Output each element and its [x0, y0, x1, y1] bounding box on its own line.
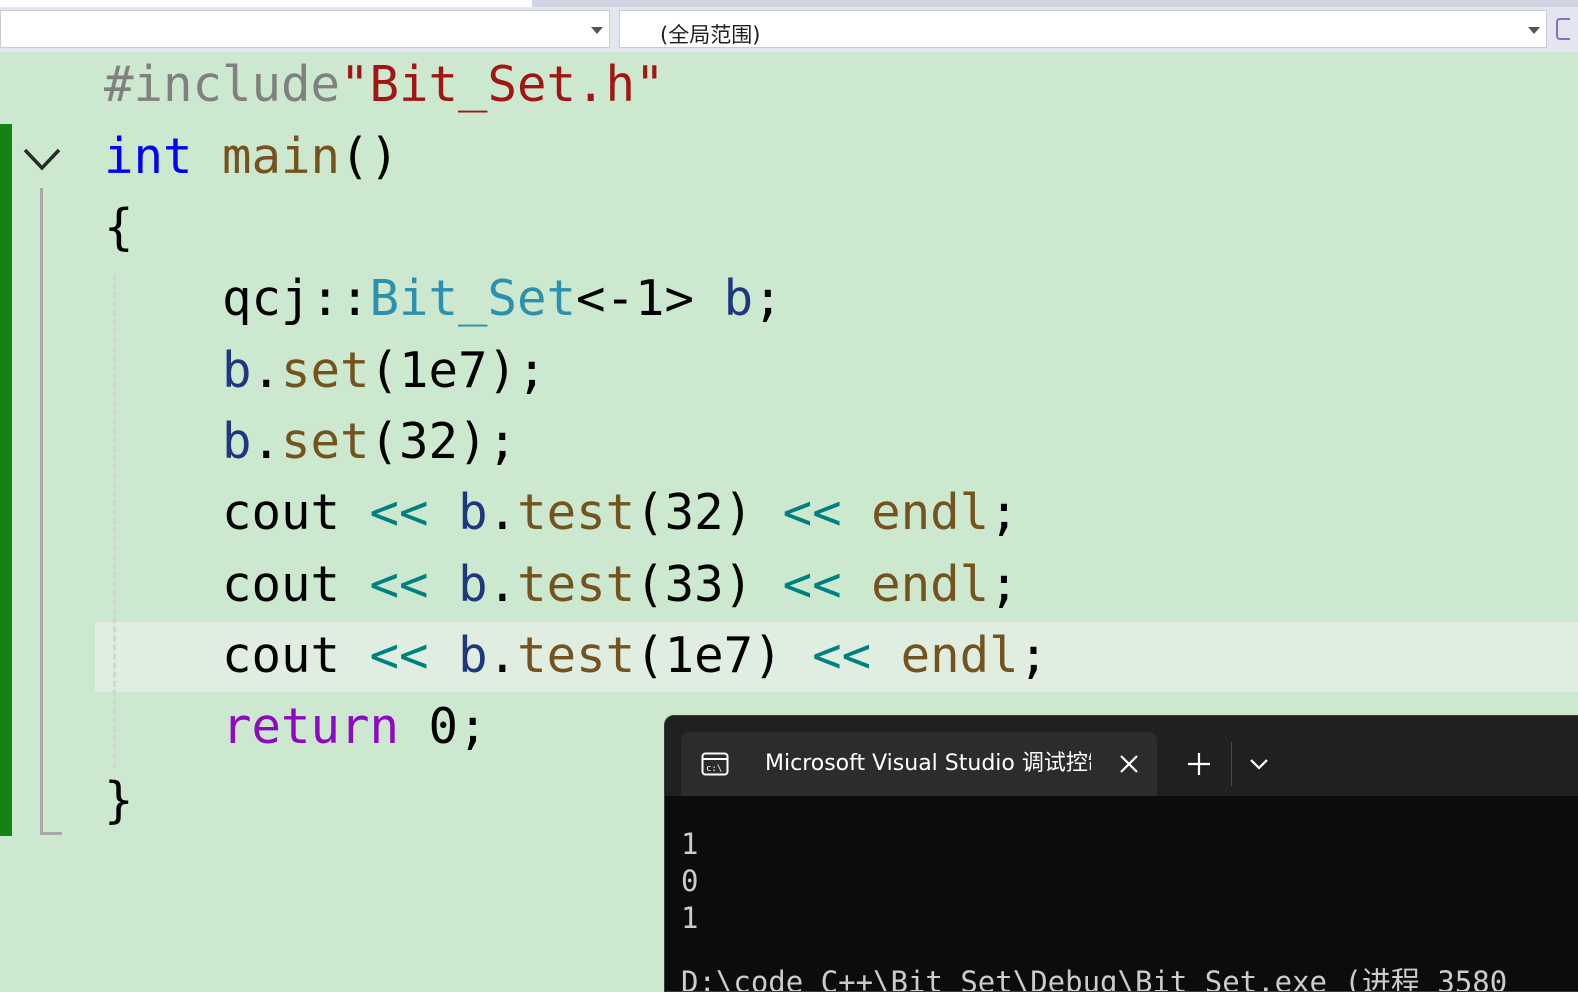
- dot: .: [251, 342, 282, 399]
- variable-b: b: [723, 270, 754, 327]
- template-args: <-1>: [576, 270, 695, 327]
- indent-guide: [113, 274, 116, 768]
- namespace-qualifier: qcj::: [222, 270, 370, 327]
- output-line: 1: [681, 901, 699, 935]
- call-args: (32);: [369, 413, 518, 470]
- main-function: main: [222, 128, 341, 185]
- dropdown-arrow-icon: [591, 27, 603, 34]
- chevron-down-icon[interactable]: [1245, 752, 1273, 776]
- code-line-8[interactable]: cout << b.test(33) << endl;: [222, 550, 1019, 620]
- output-line: 1: [681, 827, 699, 861]
- insert-operator: <<: [782, 556, 842, 613]
- variable-b: b: [458, 556, 488, 613]
- dropdown-arrow-icon: [1528, 27, 1540, 34]
- endl-manipulator: endl: [900, 627, 1019, 684]
- code-line-2[interactable]: int main(): [104, 122, 399, 192]
- output-line: 0: [681, 864, 699, 898]
- int-keyword: int: [104, 128, 193, 185]
- change-tracking-bar: [0, 124, 12, 836]
- new-tab-plus-icon[interactable]: [1185, 750, 1213, 778]
- collapse-toggle-chevron-icon[interactable]: [22, 142, 62, 176]
- endl-manipulator: endl: [871, 484, 990, 541]
- code-line-1[interactable]: #include"Bit_Set.h": [104, 50, 665, 120]
- console-icon: c:\: [701, 752, 729, 776]
- terminal-output[interactable]: 1 0 1 D:\code C++\Bit Set\Debug\Bit Set.…: [665, 796, 1578, 991]
- test-method: test: [517, 484, 636, 541]
- dot: .: [487, 627, 518, 684]
- debug-console-window[interactable]: c:\ Microsoft Visual Studio 调试控制台 1 0 1 …: [664, 715, 1578, 992]
- insert-operator: <<: [369, 556, 429, 613]
- include-directive: #include: [104, 56, 341, 113]
- svg-text:c:\: c:\: [706, 764, 722, 774]
- semicolon: ;: [989, 556, 1019, 613]
- code-line-6[interactable]: b.set(32);: [222, 407, 517, 477]
- terminal-tab-title: Microsoft Visual Studio 调试控制台: [765, 751, 1091, 776]
- code-line-3[interactable]: {: [104, 193, 134, 263]
- cout-stream: cout: [222, 627, 341, 684]
- set-method: set: [281, 413, 370, 470]
- semicolon: ;: [1018, 627, 1049, 684]
- dot: .: [487, 484, 518, 541]
- call-args: (33): [635, 556, 754, 613]
- test-method: test: [517, 627, 636, 684]
- dot: .: [251, 413, 282, 470]
- tab-strip-right: [532, 0, 1578, 7]
- semicolon: ;: [989, 484, 1019, 541]
- tab-separator: [1231, 742, 1232, 786]
- scope-dropdown[interactable]: (全局范围): [619, 10, 1547, 48]
- call-args: (1e7);: [369, 342, 547, 399]
- outline-fold-line: [40, 188, 43, 834]
- code-line-4[interactable]: qcj::Bit_Set<-1> b;: [222, 264, 783, 334]
- set-method: set: [281, 342, 370, 399]
- member-icon[interactable]: [1556, 18, 1570, 40]
- include-header: "Bit_Set.h": [340, 56, 665, 113]
- close-brace: }: [104, 772, 134, 829]
- insert-operator: <<: [369, 627, 429, 684]
- call-args: (32): [635, 484, 754, 541]
- close-icon[interactable]: [1117, 752, 1141, 776]
- dot: .: [487, 556, 518, 613]
- return-keyword: return: [222, 698, 400, 755]
- scope-dropdown-value: (全局范围): [660, 23, 761, 47]
- endl-manipulator: endl: [871, 556, 990, 613]
- cout-stream: cout: [222, 556, 341, 613]
- exe-path-line: D:\code C++\Bit Set\Debug\Bit Set.exe (进…: [681, 965, 1508, 992]
- insert-operator: <<: [782, 484, 842, 541]
- cout-stream: cout: [222, 484, 341, 541]
- navigation-bar: (全局范围): [0, 0, 1578, 52]
- code-line-10[interactable]: return 0;: [222, 692, 488, 762]
- code-line-11[interactable]: }: [104, 766, 134, 836]
- tab-strip-left: [0, 0, 532, 7]
- outline-fold-end: [40, 832, 62, 835]
- test-method: test: [517, 556, 636, 613]
- variable-b: b: [458, 627, 488, 684]
- code-line-7[interactable]: cout << b.test(32) << endl;: [222, 478, 1019, 548]
- insert-operator: <<: [812, 627, 872, 684]
- call-args: (1e7): [635, 627, 783, 684]
- code-line-5[interactable]: b.set(1e7);: [222, 336, 547, 406]
- return-value: 0;: [428, 698, 488, 755]
- variable-b: b: [222, 342, 252, 399]
- bitset-type: Bit_Set: [369, 270, 577, 327]
- terminal-tab[interactable]: c:\ Microsoft Visual Studio 调试控制台: [681, 732, 1157, 796]
- variable-b: b: [222, 413, 252, 470]
- semicolon: ;: [753, 270, 783, 327]
- project-dropdown[interactable]: [0, 10, 610, 48]
- main-parens: (): [340, 128, 400, 185]
- variable-b: b: [458, 484, 488, 541]
- open-brace: {: [104, 199, 134, 256]
- insert-operator: <<: [369, 484, 429, 541]
- code-line-9[interactable]: cout << b.test(1e7) << endl;: [222, 621, 1048, 691]
